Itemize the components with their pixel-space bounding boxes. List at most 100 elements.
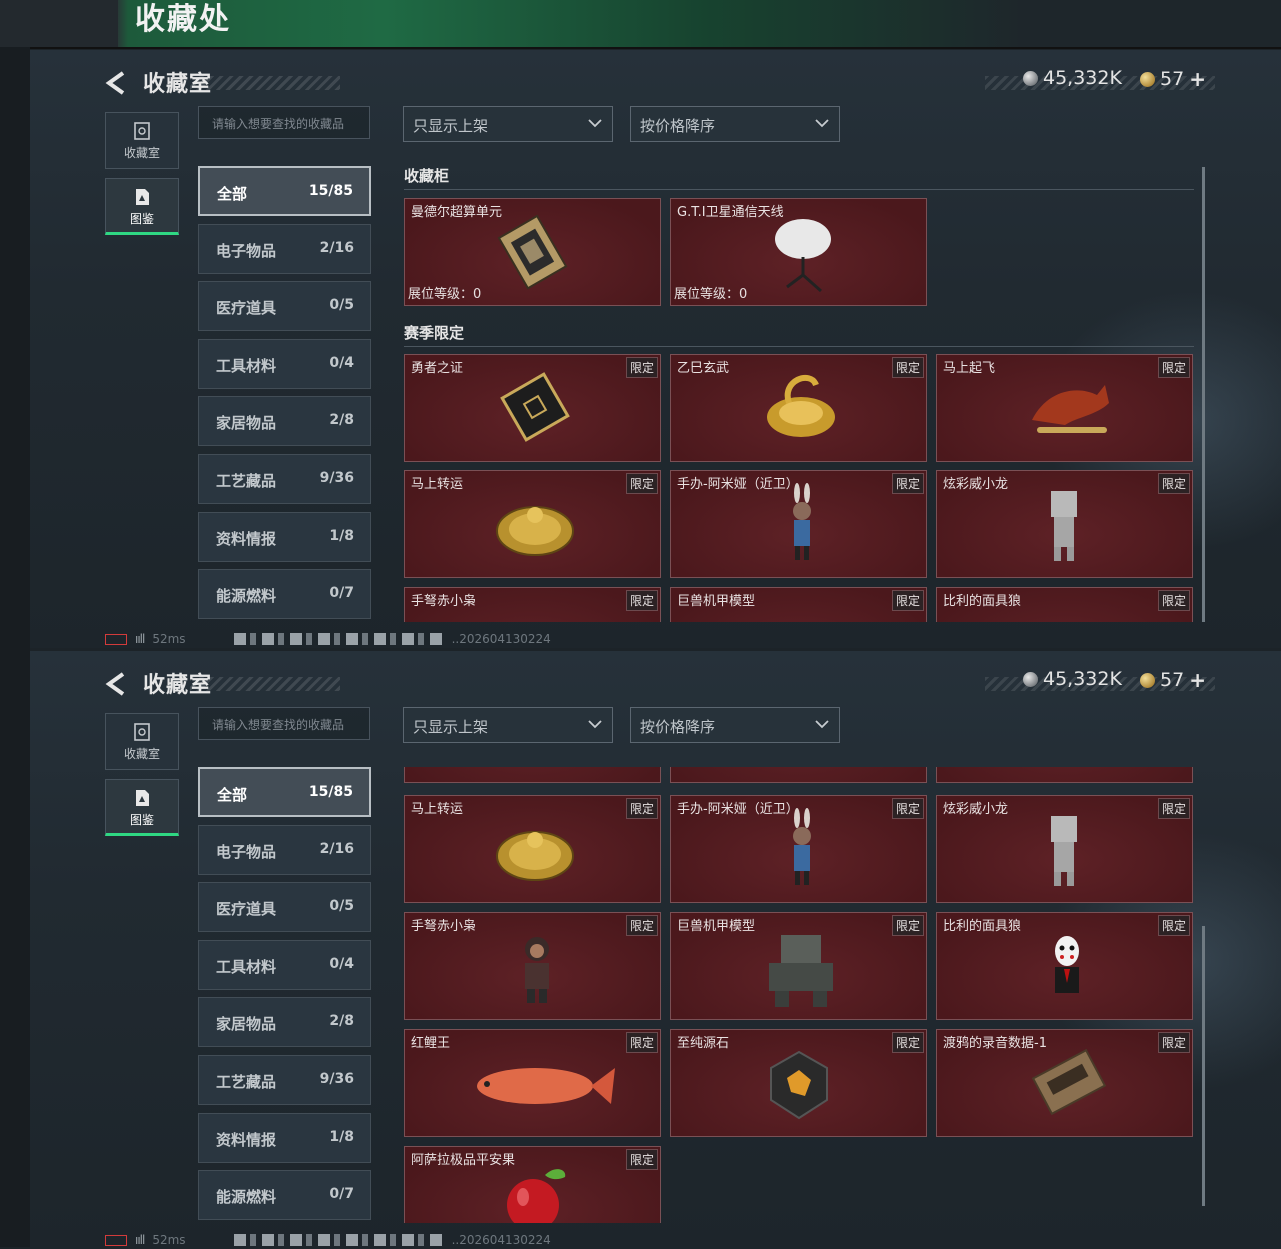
season-item-card[interactable]: 马上转运 限定 — [404, 795, 661, 903]
shelf-filter-dropdown[interactable]: 只显示上架 — [403, 106, 613, 142]
category-label: 工具材料 — [216, 357, 277, 375]
scrollbar[interactable] — [1202, 167, 1205, 622]
category-medical[interactable]: 医疗道具 0/5 — [198, 882, 371, 932]
category-intel[interactable]: 资料情报 1/8 — [198, 512, 371, 562]
category-electronics[interactable]: 电子物品 2/16 — [198, 825, 371, 875]
section-title-cabinet: 收藏柜 — [404, 167, 450, 185]
category-count: 15/85 — [308, 784, 353, 800]
cabinet-item-card[interactable]: G.T.I卫星通信天线 展位等级：0 — [670, 198, 927, 306]
category-count: 0/5 — [329, 898, 354, 914]
cabinet-item-card[interactable]: 曼德尔超算单元 展位等级：0 — [404, 198, 661, 306]
season-item-card[interactable]: 马上起飞 限定 — [936, 354, 1193, 462]
category-count: 2/16 — [319, 841, 354, 857]
tab-codex[interactable]: 图鉴 — [105, 779, 179, 836]
category-count: 9/36 — [319, 1071, 354, 1087]
status-bar: ııll 52ms ..202604130224 — [105, 1233, 551, 1247]
item-name: 勇者之证 — [411, 361, 464, 376]
shelf-filter-label: 只显示上架 — [413, 718, 489, 736]
season-item-card[interactable]: 至纯源石 限定 — [670, 1029, 927, 1137]
item-name: 炫彩威小龙 — [943, 802, 1009, 817]
category-crafts[interactable]: 工艺藏品 9/36 — [198, 454, 371, 504]
item-name: 比利的面具狼 — [943, 594, 1022, 609]
item-name: 手弩赤小枭 — [411, 919, 477, 934]
search-input[interactable]: 请输入想要查找的收藏品 — [198, 106, 370, 139]
tab-label: 收藏室 — [123, 747, 160, 761]
season-item-card[interactable]: 比利的面具狼 限定 — [936, 587, 1193, 622]
tab-codex[interactable]: 图鉴 — [105, 178, 179, 235]
signal-icon: ııll — [135, 632, 145, 646]
season-item-card[interactable]: 炫彩威小龙 限定 — [936, 795, 1193, 903]
limited-tag: 限定 — [625, 1149, 658, 1170]
item-name: 马上转运 — [411, 802, 464, 817]
tab-collection-room[interactable]: 收藏室 — [105, 112, 179, 169]
scrollbar[interactable] — [1202, 926, 1205, 1206]
sort-dropdown[interactable]: 按价格降序 — [630, 106, 840, 142]
category-label: 家居物品 — [216, 414, 277, 432]
category-energy[interactable]: 能源燃料 0/7 — [198, 569, 371, 619]
season-item-card[interactable]: 手办-阿米娅（近卫） 限定 — [670, 795, 927, 903]
back-arrow-icon[interactable] — [104, 671, 130, 697]
sort-dropdown[interactable]: 按价格降序 — [630, 707, 840, 743]
silver-amount: 45,332K — [1043, 668, 1122, 690]
season-item-card[interactable]: 巨兽机甲模型 限定 — [670, 587, 927, 622]
item-name: 马上起飞 — [943, 361, 996, 376]
gold-currency[interactable]: 57 + — [1140, 67, 1206, 91]
season-item-card[interactable]: 乙巳玄武 限定 — [670, 354, 927, 462]
limited-tag: 限定 — [891, 590, 924, 611]
limited-tag: 限定 — [625, 915, 658, 936]
category-label: 电子物品 — [216, 242, 277, 260]
limited-tag: 限定 — [625, 590, 658, 611]
battery-icon — [105, 1234, 127, 1246]
season-item-card[interactable]: 红鲤王 限定 — [404, 1029, 661, 1137]
season-item-card-partial[interactable] — [404, 767, 661, 783]
status-bar: ııll 52ms ..202604130224 — [105, 632, 551, 646]
category-tools[interactable]: 工具材料 0/4 — [198, 940, 371, 990]
category-label: 电子物品 — [216, 843, 277, 861]
season-item-card[interactable]: 马上转运 限定 — [404, 470, 661, 578]
item-name: 曼德尔超算单元 — [411, 205, 503, 220]
shelf-filter-dropdown[interactable]: 只显示上架 — [403, 707, 613, 743]
season-item-card[interactable]: 手弩赤小枭 限定 — [404, 587, 661, 622]
sort-label: 按价格降序 — [640, 718, 716, 736]
search-input[interactable]: 请输入想要查找的收藏品 — [198, 707, 370, 740]
category-all[interactable]: 全部 15/85 — [198, 166, 371, 216]
season-item-card[interactable]: 手弩赤小枭 限定 — [404, 912, 661, 1020]
category-label: 全部 — [217, 786, 248, 804]
silver-currency: 45,332K — [1023, 67, 1122, 89]
season-item-card[interactable]: 巨兽机甲模型 限定 — [670, 912, 927, 1020]
section-divider — [404, 346, 1194, 347]
item-level: 展位等级：0 — [408, 287, 482, 302]
season-item-card[interactable]: 炫彩威小龙 限定 — [936, 470, 1193, 578]
season-item-card-partial[interactable] — [936, 767, 1193, 783]
category-crafts[interactable]: 工艺藏品 9/36 — [198, 1055, 371, 1105]
tab-label: 图鉴 — [129, 813, 154, 827]
category-energy[interactable]: 能源燃料 0/7 — [198, 1170, 371, 1220]
season-grid: 勇者之证 限定 乙巳玄武 限定 马上起飞 限定 马上转运 限定 手办-阿米娅（近… — [403, 354, 1203, 622]
tab-collection-room[interactable]: 收藏室 — [105, 713, 179, 770]
season-item-card-partial[interactable] — [670, 767, 927, 783]
limited-tag: 限定 — [625, 473, 658, 494]
category-all[interactable]: 全部 15/85 — [198, 767, 371, 817]
silver-coin-icon — [1023, 70, 1038, 86]
season-item-card[interactable]: 手办-阿米娅（近卫） 限定 — [670, 470, 927, 578]
section-divider — [404, 189, 1194, 190]
cabinet-icon — [134, 723, 150, 741]
category-tools[interactable]: 工具材料 0/4 — [198, 339, 371, 389]
season-item-card[interactable]: 比利的面具狼 限定 — [936, 912, 1193, 1020]
category-electronics[interactable]: 电子物品 2/16 — [198, 224, 371, 274]
category-intel[interactable]: 资料情报 1/8 — [198, 1113, 371, 1163]
category-household[interactable]: 家居物品 2/8 — [198, 396, 371, 446]
season-item-card[interactable]: 阿萨拉极品平安果 限定 — [404, 1146, 661, 1223]
season-item-card[interactable]: 渡鸦的录音数据-1 限定 — [936, 1029, 1193, 1137]
back-arrow-icon[interactable] — [104, 70, 130, 96]
gold-currency[interactable]: 57 + — [1140, 668, 1206, 692]
add-icon[interactable]: + — [1189, 668, 1206, 692]
category-count: 1/8 — [329, 1129, 354, 1145]
category-count: 15/85 — [308, 183, 353, 199]
add-icon[interactable]: + — [1189, 67, 1206, 91]
limited-tag: 限定 — [891, 798, 924, 819]
category-medical[interactable]: 医疗道具 0/5 — [198, 281, 371, 331]
season-item-card[interactable]: 勇者之证 限定 — [404, 354, 661, 462]
category-household[interactable]: 家居物品 2/8 — [198, 997, 371, 1047]
item-name: 至纯源石 — [677, 1036, 730, 1051]
